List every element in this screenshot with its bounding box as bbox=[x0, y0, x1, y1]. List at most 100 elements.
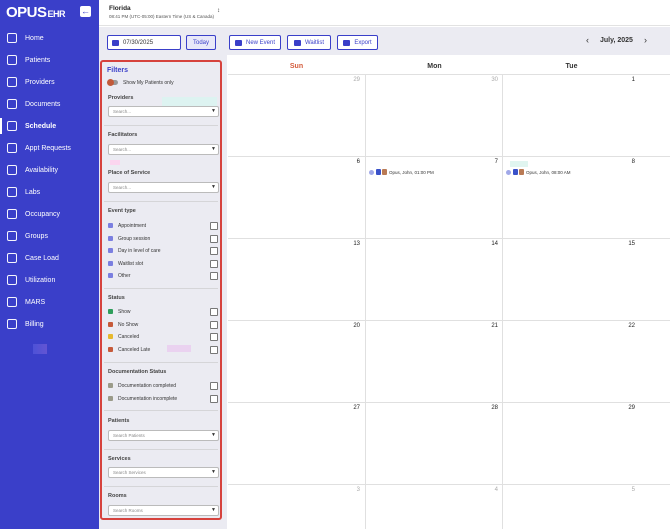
providers-placeholder: Search... bbox=[113, 109, 132, 114]
chevron-right-icon[interactable]: › bbox=[644, 35, 647, 45]
filter-option[interactable]: Canceled Late bbox=[108, 345, 218, 354]
patients-select[interactable]: Search Patients ▼ bbox=[108, 430, 219, 441]
sidebar-item[interactable]: Case Load bbox=[0, 248, 99, 268]
documentation-status-label: Documentation Status bbox=[108, 369, 167, 375]
filter-checkbox[interactable] bbox=[210, 333, 218, 341]
filter-checkbox[interactable] bbox=[210, 247, 218, 255]
filter-option[interactable]: Day in level of care bbox=[108, 247, 218, 255]
day-number[interactable]: 20 bbox=[340, 323, 360, 329]
arrow-left-icon: ← bbox=[81, 6, 90, 16]
app-logo[interactable]: OPUSEHR bbox=[6, 4, 66, 21]
day-number[interactable]: 3 bbox=[340, 487, 360, 493]
filter-checkbox[interactable] bbox=[210, 308, 218, 316]
waitlist-label: Waitlist bbox=[304, 39, 325, 46]
filter-option[interactable]: Documentation incomplete bbox=[108, 394, 218, 403]
clock-icon bbox=[7, 165, 17, 175]
location-time: 08:41 PM (UTC-05:00) Eastern Time (US & … bbox=[109, 14, 215, 19]
day-number[interactable]: 27 bbox=[340, 405, 360, 411]
day-number[interactable]: 8 bbox=[615, 159, 635, 165]
chevron-left-icon[interactable]: ‹ bbox=[586, 35, 589, 45]
export-button[interactable]: Export bbox=[337, 35, 378, 50]
facilitators-select[interactable]: Search... ▼ bbox=[108, 144, 219, 155]
color-swatch-icon bbox=[108, 235, 113, 241]
day-number[interactable]: 29 bbox=[615, 405, 635, 411]
filter-option[interactable]: Appointment bbox=[108, 222, 218, 230]
groups-icon bbox=[7, 231, 17, 241]
day-number[interactable]: 30 bbox=[478, 77, 498, 83]
filter-option[interactable]: Other bbox=[108, 272, 218, 280]
filter-option[interactable]: Documentation completed bbox=[108, 382, 218, 390]
month-label: July, 2025 bbox=[600, 37, 633, 44]
sidebar-item[interactable]: Documents bbox=[0, 94, 99, 114]
day-number[interactable]: 13 bbox=[340, 241, 360, 247]
color-swatch-icon bbox=[108, 383, 113, 388]
filter-checkbox[interactable] bbox=[210, 394, 218, 403]
rooms-select[interactable]: Search Rooms ▼ bbox=[108, 505, 219, 516]
new-event-label: New Event bbox=[245, 39, 275, 46]
chevron-up-down-icon[interactable]: ↕ bbox=[217, 8, 220, 14]
services-select[interactable]: Search Services ▼ bbox=[108, 467, 219, 478]
filter-checkbox[interactable] bbox=[210, 222, 218, 230]
filter-option[interactable]: Show bbox=[108, 308, 218, 316]
highlight-decoration bbox=[110, 160, 120, 165]
place-of-service-select[interactable]: Search... ▼ bbox=[108, 182, 219, 193]
filter-checkbox[interactable] bbox=[210, 320, 218, 329]
filter-checkbox[interactable] bbox=[210, 345, 218, 354]
sidebar-item[interactable]: Labs bbox=[0, 182, 99, 202]
sidebar-item[interactable]: Utilization bbox=[0, 270, 99, 290]
waitlist-button[interactable]: Waitlist bbox=[287, 35, 331, 50]
event-type-icon bbox=[376, 169, 381, 175]
sidebar-item-label: Home bbox=[25, 34, 44, 42]
sidebar-item[interactable]: Appt Requests bbox=[0, 138, 99, 158]
day-number[interactable]: 6 bbox=[340, 159, 360, 165]
highlight-decoration bbox=[510, 161, 528, 167]
day-number[interactable]: 28 bbox=[478, 405, 498, 411]
date-picker-field[interactable]: 07/30/2025 bbox=[107, 35, 181, 50]
filter-checkbox[interactable] bbox=[210, 272, 218, 280]
filter-checkbox[interactable] bbox=[210, 259, 218, 268]
calendar-event[interactable]: Opus, John, 01:00 PM bbox=[369, 168, 434, 176]
day-number[interactable]: 29 bbox=[340, 77, 360, 83]
sidebar-item[interactable]: Occupancy bbox=[0, 204, 99, 224]
filter-option[interactable]: Waitlist slot bbox=[108, 259, 218, 268]
show-my-patients-toggle[interactable] bbox=[107, 79, 118, 86]
collapse-sidebar-button[interactable]: ← bbox=[80, 6, 91, 17]
filter-option[interactable]: Canceled bbox=[108, 333, 218, 341]
today-button[interactable]: Today bbox=[186, 35, 216, 50]
sidebar-item-label: MARS bbox=[25, 298, 46, 306]
filter-option[interactable]: Group session bbox=[108, 234, 218, 243]
new-event-button[interactable]: New Event bbox=[229, 35, 281, 50]
sidebar-item[interactable]: MARS bbox=[0, 292, 99, 312]
day-number[interactable]: 15 bbox=[615, 241, 635, 247]
billing-icon bbox=[7, 319, 17, 329]
sidebar-item[interactable]: Schedule bbox=[0, 116, 99, 136]
sidebar-item-label: Groups bbox=[25, 232, 48, 240]
services-placeholder: Search Services bbox=[113, 470, 146, 475]
day-number[interactable]: 4 bbox=[478, 487, 498, 493]
day-number[interactable]: 21 bbox=[478, 323, 498, 329]
filter-option-label: Group session bbox=[118, 235, 151, 242]
providers-label: Providers bbox=[108, 95, 134, 101]
pill-icon bbox=[7, 297, 17, 307]
day-number[interactable]: 1 bbox=[615, 77, 635, 83]
sidebar-item[interactable]: Providers bbox=[0, 72, 99, 92]
providers-select[interactable]: Search... ▼ bbox=[108, 106, 219, 117]
sidebar-item[interactable]: Billing bbox=[0, 314, 99, 334]
grid-line bbox=[228, 74, 670, 75]
sidebar-item[interactable]: Groups bbox=[0, 226, 99, 246]
filter-checkbox[interactable] bbox=[210, 382, 218, 390]
calendar-toolbar: 07/30/2025 Today New Event Waitlist Expo… bbox=[99, 27, 670, 55]
logo-text: OPUS bbox=[6, 4, 47, 21]
location-name[interactable]: Florida bbox=[109, 5, 131, 12]
filter-option[interactable]: No Show bbox=[108, 320, 218, 329]
sidebar-item[interactable]: Patients bbox=[0, 50, 99, 70]
calendar-event[interactable]: Opus, John, 08:00 AM bbox=[506, 168, 571, 176]
sidebar-item[interactable]: Home bbox=[0, 28, 99, 48]
sidebar-item[interactable]: Availability bbox=[0, 160, 99, 180]
day-number[interactable]: 7 bbox=[478, 159, 498, 165]
day-number[interactable]: 5 bbox=[615, 487, 635, 493]
day-number[interactable]: 22 bbox=[615, 323, 635, 329]
day-number[interactable]: 14 bbox=[478, 241, 498, 247]
filter-checkbox[interactable] bbox=[210, 234, 218, 243]
export-label: Export bbox=[354, 39, 372, 46]
